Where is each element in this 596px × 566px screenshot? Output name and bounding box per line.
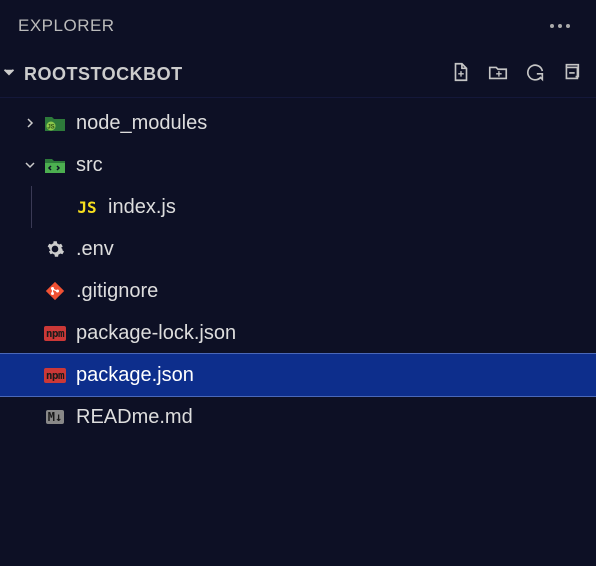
chevron-right-icon — [20, 115, 40, 131]
tree-item-env[interactable]: .env — [0, 228, 596, 270]
file-tree: JS node_modules src JS index.js .env .gi… — [0, 98, 596, 438]
collapse-all-icon[interactable] — [560, 61, 582, 88]
tree-item-label: package-lock.json — [76, 322, 236, 345]
nodejs-folder-icon: JS — [40, 113, 70, 133]
tree-item-package-json[interactable]: npm package.json — [0, 354, 596, 396]
refresh-icon[interactable] — [524, 61, 546, 88]
tree-item-label: .env — [76, 238, 114, 261]
tree-item-gitignore[interactable]: .gitignore — [0, 270, 596, 312]
tree-item-label: .gitignore — [76, 280, 158, 303]
tree-item-label: index.js — [108, 196, 176, 219]
tree-item-index-js[interactable]: JS index.js — [0, 186, 596, 228]
git-icon — [40, 281, 70, 301]
explorer-header: EXPLORER — [0, 0, 596, 52]
explorer-title: EXPLORER — [18, 16, 115, 36]
npm-icon: npm — [40, 326, 70, 341]
more-actions-icon[interactable] — [550, 24, 578, 28]
new-file-icon[interactable] — [450, 61, 472, 88]
js-file-icon: JS — [72, 198, 102, 217]
tree-item-package-lock[interactable]: npm package-lock.json — [0, 312, 596, 354]
chevron-down-icon — [0, 63, 18, 86]
svg-text:JS: JS — [47, 125, 54, 131]
chevron-down-icon — [20, 157, 40, 173]
project-name: ROOTSTOCKBOT — [24, 64, 183, 85]
markdown-icon: M↓ — [40, 410, 70, 424]
npm-icon: npm — [40, 368, 70, 383]
tree-item-label: package.json — [76, 364, 194, 387]
tree-item-src[interactable]: src — [0, 144, 596, 186]
src-folder-icon — [40, 155, 70, 175]
tree-item-readme[interactable]: M↓ READme.md — [0, 396, 596, 438]
tree-item-label: src — [76, 154, 103, 177]
project-row[interactable]: ROOTSTOCKBOT — [0, 52, 596, 98]
gear-icon — [40, 239, 70, 259]
new-folder-icon[interactable] — [486, 61, 510, 88]
tree-item-node-modules[interactable]: JS node_modules — [0, 102, 596, 144]
tree-item-label: READme.md — [76, 406, 193, 429]
tree-item-label: node_modules — [76, 112, 207, 135]
